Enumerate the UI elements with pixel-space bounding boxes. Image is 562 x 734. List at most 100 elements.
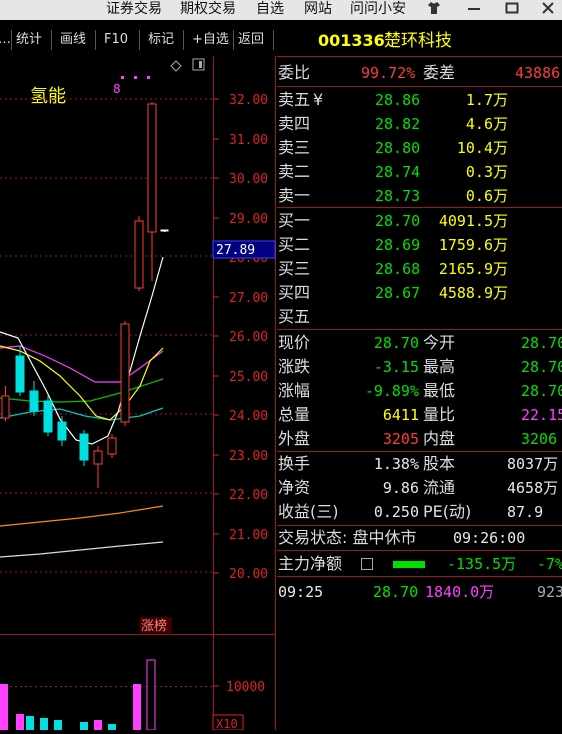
trade-time: 09:26:00 (453, 529, 526, 547)
toolbar-draw-button[interactable]: 画线 (56, 30, 96, 50)
info-label: 流通 (423, 478, 456, 497)
ask-volume: 4.6万 (465, 115, 508, 133)
bid-row[interactable]: 买一 28.70 4091.5万 (277, 209, 562, 233)
toolbar: … 统计 画线 F10 标记 +自选 返回 001336 楚环科技 (0, 28, 562, 54)
ask-volume: 1.7万 (465, 91, 508, 109)
info-row[interactable]: 收益(三) 0.250 PE(动) 87.9 (277, 500, 562, 524)
close-icon[interactable] (540, 0, 556, 20)
current-price-label: 27.89 (216, 243, 255, 258)
kline-chart[interactable]: 8 氢能 32.00 31.00 30.00 29.00 28.00 27.00… (0, 26, 276, 731)
price-tick: 24.00 (229, 409, 268, 424)
bid-price: 28.68 (375, 260, 421, 278)
ask-row[interactable]: 卖三 28.80 10.4万 (277, 136, 562, 160)
menu-securities-trade[interactable]: 证券交易 (106, 0, 162, 18)
toolbar-f10-button[interactable]: F10 (100, 30, 140, 50)
tick-volume: 1840.0万 (425, 583, 495, 601)
main-force-label: 主力净额 (278, 554, 343, 573)
dotted-marker (121, 76, 150, 79)
stats-row[interactable]: 现价 28.70 今开 28.70 (277, 331, 562, 355)
stat-value: -3.15 (373, 358, 419, 376)
ask-row[interactable]: 卖二 28.74 0.3万 (277, 160, 562, 184)
stat-label: 现价 (278, 333, 311, 352)
ask-label: 卖一 (278, 186, 311, 205)
menu-options-trade[interactable]: 期权交易 (180, 0, 236, 18)
stock-code: 001336 (318, 31, 385, 50)
ask-price: 28.74 (375, 163, 421, 181)
price-tick: 26.00 (229, 330, 268, 345)
bid-row[interactable]: 买五 (277, 305, 562, 329)
volume-bar (54, 720, 62, 730)
bid-volume: 2165.9万 (438, 260, 508, 278)
ask-price: 28.86 (375, 91, 421, 109)
price-tick: 25.00 (229, 370, 268, 385)
ask-volume: 0.3万 (465, 163, 508, 181)
stats-row[interactable]: 涨幅 -9.89% 最低 28.70 (277, 379, 562, 403)
panel-toggle-icon[interactable] (192, 58, 205, 71)
info-row[interactable]: 换手 1.38% 股本 8037万 (277, 452, 562, 476)
ask-price: 28.82 (375, 115, 421, 133)
ask-row[interactable]: 卖五 ¥28.86 1.7万 (277, 88, 562, 112)
price-tick: 32.00 (229, 93, 268, 108)
weibi-value: 99.72% (361, 64, 416, 82)
menu-website[interactable]: 网站 (304, 0, 332, 18)
info-label: PE(动) (423, 502, 472, 521)
diamond-icon[interactable] (170, 60, 182, 72)
stats-row[interactable]: 外盘 3205 内盘 3206 (277, 427, 562, 451)
bid-row[interactable]: 买四 28.67 4588.9万 (277, 281, 562, 305)
ask-label: 卖三 (278, 138, 311, 157)
info-value: 9.86 (382, 479, 419, 497)
info-row[interactable]: 净资 9.86 流通 4658万 (277, 476, 562, 500)
toolbar-back-button[interactable]: 返回 (234, 30, 274, 50)
title-bar: 证券交易 期权交易 自选 网站 问问小安 (0, 0, 562, 20)
tick-row: 09:25 28.70 1840.0万 923 (277, 580, 562, 604)
info-label: 换手 (278, 454, 311, 473)
candle-body (57, 421, 67, 441)
trade-status-row: 交易状态: 盘中休市 09:26:00 (277, 526, 562, 550)
bid-label: 买二 (278, 235, 311, 254)
stock-name: 楚环科技 (384, 31, 452, 51)
quote-panel: 委比 99.72% 委差 43886 卖五 ¥28.86 1.7万 卖四 28.82 4.… (277, 56, 562, 730)
ask-price: 28.80 (375, 139, 421, 157)
bid-label: 买四 (278, 283, 311, 302)
ask-volume: 10.4万 (456, 139, 508, 157)
info-value: 1.38% (373, 455, 419, 473)
toolbar-mark-button[interactable]: 标记 (144, 30, 184, 50)
weicha-value: 43886 (515, 64, 561, 82)
candle-body (160, 229, 169, 232)
restore-icon[interactable] (504, 0, 520, 20)
rank-badge[interactable]: 涨榜 (141, 618, 167, 634)
stat-value: 28.70 (521, 334, 562, 352)
bid-row[interactable]: 买二 28.69 1759.6万 (277, 233, 562, 257)
toolbar-add-watchlist-button[interactable]: +自选 (188, 30, 234, 50)
tick-price: 28.70 (373, 583, 419, 601)
bid-row[interactable]: 买三 28.68 2165.9万 (277, 257, 562, 281)
volume-bar (0, 684, 8, 730)
stat-value: 3206 (521, 430, 558, 448)
stat-value: -9.89% (364, 382, 419, 400)
shirt-icon[interactable] (426, 0, 442, 20)
ask-row[interactable]: 卖四 28.82 4.6万 (277, 112, 562, 136)
list-icon[interactable] (361, 558, 373, 570)
candle-body (120, 323, 130, 423)
menu-ask-xiaoan[interactable]: 问问小安 (350, 0, 406, 18)
volume-bar (146, 659, 156, 731)
volume-bar (133, 684, 141, 730)
toolbar-stats-button[interactable]: 统计 (12, 30, 52, 50)
stat-value: 28.70 (373, 334, 419, 352)
kline-chart-svg[interactable]: 8 氢能 32.00 31.00 30.00 29.00 28.00 27.00… (0, 26, 276, 731)
info-value: 87.9 (507, 503, 544, 521)
price-tick: 29.00 (229, 212, 268, 227)
minimize-icon[interactable] (466, 0, 482, 20)
stats-row[interactable]: 总量 6411 量比 22.15 (277, 403, 562, 427)
menu-watchlist[interactable]: 自选 (256, 0, 284, 18)
stats-row[interactable]: 涨跌 -3.15 最高 28.70 (277, 355, 562, 379)
marker-label: 8 (113, 82, 121, 96)
tick-time: 09:25 (278, 583, 324, 601)
price-tick: 31.00 (229, 133, 268, 148)
stat-value: 22.15 (521, 406, 562, 424)
info-label: 股本 (423, 454, 456, 473)
volume-bar (94, 720, 102, 730)
toolbar-more-button[interactable]: … (0, 30, 12, 50)
ask-row[interactable]: 卖一 28.73 0.6万 (277, 184, 562, 208)
volume-bar (40, 718, 48, 730)
